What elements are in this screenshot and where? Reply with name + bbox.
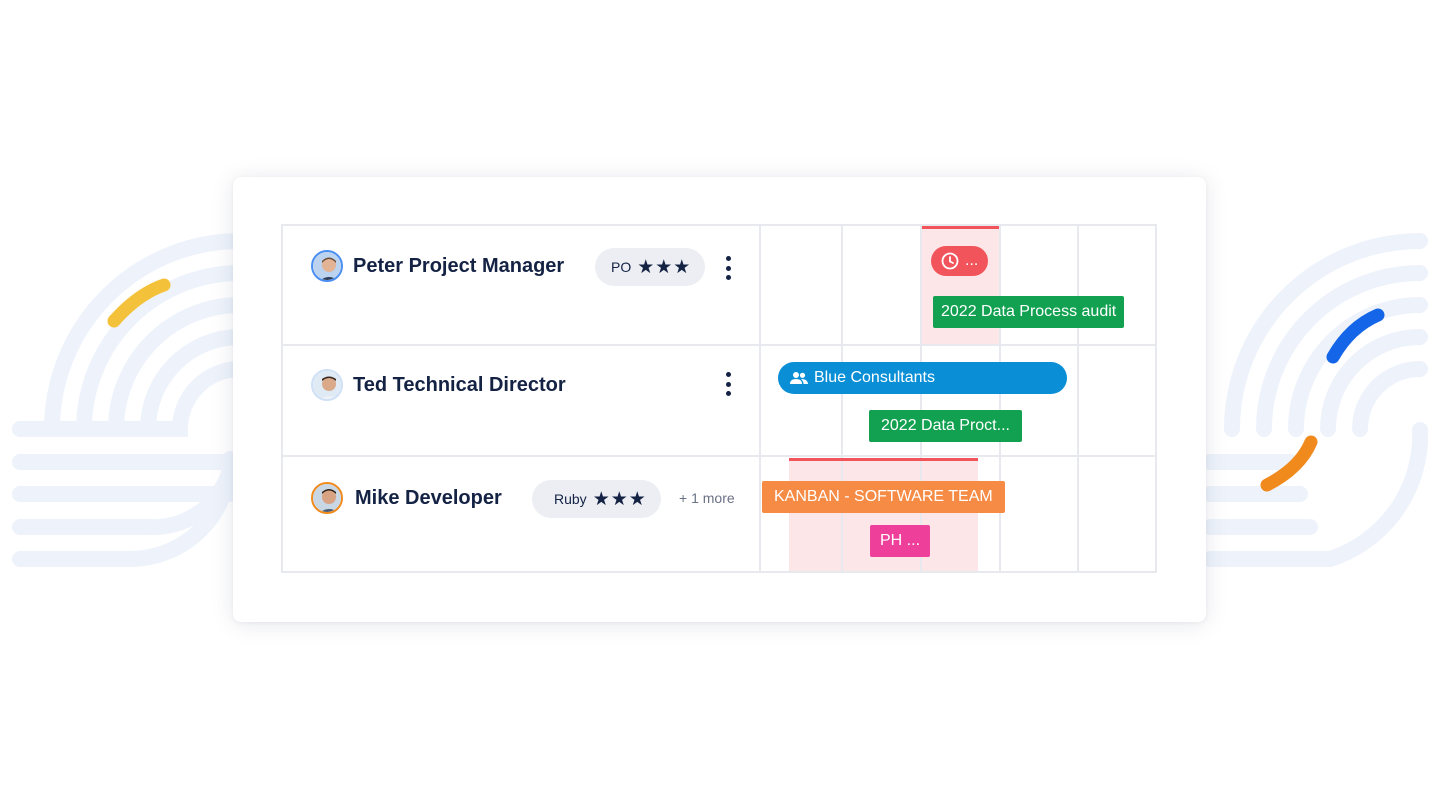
grid-column-divider: [759, 224, 761, 573]
skill-badge[interactable]: Ruby ★★★: [532, 480, 661, 518]
blue-accent-arc: [1326, 308, 1385, 364]
skill-badge[interactable]: PO ★★★: [595, 248, 706, 286]
booking-label: 2022 Data Proct...: [881, 417, 1010, 434]
skill-label: Ruby: [554, 491, 587, 507]
orange-accent-arc: [1260, 435, 1318, 492]
time-off-marker: [922, 226, 999, 229]
time-off-booking[interactable]: ...: [931, 246, 989, 276]
booking-ph[interactable]: PH ...: [870, 525, 931, 557]
more-vertical-icon[interactable]: [721, 254, 735, 282]
people-icon: [790, 371, 808, 385]
grid-column-divider: [841, 224, 843, 573]
more-vertical-icon[interactable]: [721, 370, 735, 398]
booking-audit[interactable]: 2022 Data Process audit: [933, 296, 1125, 328]
booking-label: ...: [965, 252, 979, 269]
avatar: [311, 482, 343, 514]
booking-label: KANBAN - SOFTWARE TEAM: [774, 488, 993, 505]
resource-name: Ted Technical Director: [353, 373, 566, 396]
clock-icon: [941, 252, 959, 270]
booking-audit[interactable]: 2022 Data Proct...: [869, 410, 1022, 442]
avatar: [311, 250, 343, 282]
grid-row-divider: [281, 455, 1157, 457]
resource-row-ted[interactable]: Ted Technical Director: [311, 369, 566, 401]
yellow-accent-arc: [107, 278, 171, 328]
more-skills-link[interactable]: + 1 more: [679, 490, 735, 506]
booking-label: Blue Consultants: [814, 369, 935, 386]
grid-column-divider: [920, 224, 922, 573]
grid-column-divider: [1077, 224, 1079, 573]
resource-name: Mike Developer: [355, 486, 502, 509]
skill-label: PO: [611, 259, 632, 275]
booking-blue-consultants[interactable]: Blue Consultants: [778, 362, 1067, 394]
star-rating: ★★★: [637, 256, 692, 278]
time-off-marker: [789, 458, 978, 461]
resource-row-peter[interactable]: Peter Project Manager: [311, 250, 564, 282]
booking-label: 2022 Data Process audit: [941, 303, 1117, 320]
star-rating: ★★★: [592, 488, 647, 510]
booking-kanban[interactable]: KANBAN - SOFTWARE TEAM: [762, 481, 1005, 513]
resource-row-mike[interactable]: Mike Developer: [311, 482, 502, 514]
avatar: [311, 369, 343, 401]
resource-name: Peter Project Manager: [353, 254, 565, 277]
booking-label: PH ...: [880, 532, 921, 549]
grid-column-divider: [999, 224, 1001, 573]
grid-row-divider: [281, 344, 1157, 346]
